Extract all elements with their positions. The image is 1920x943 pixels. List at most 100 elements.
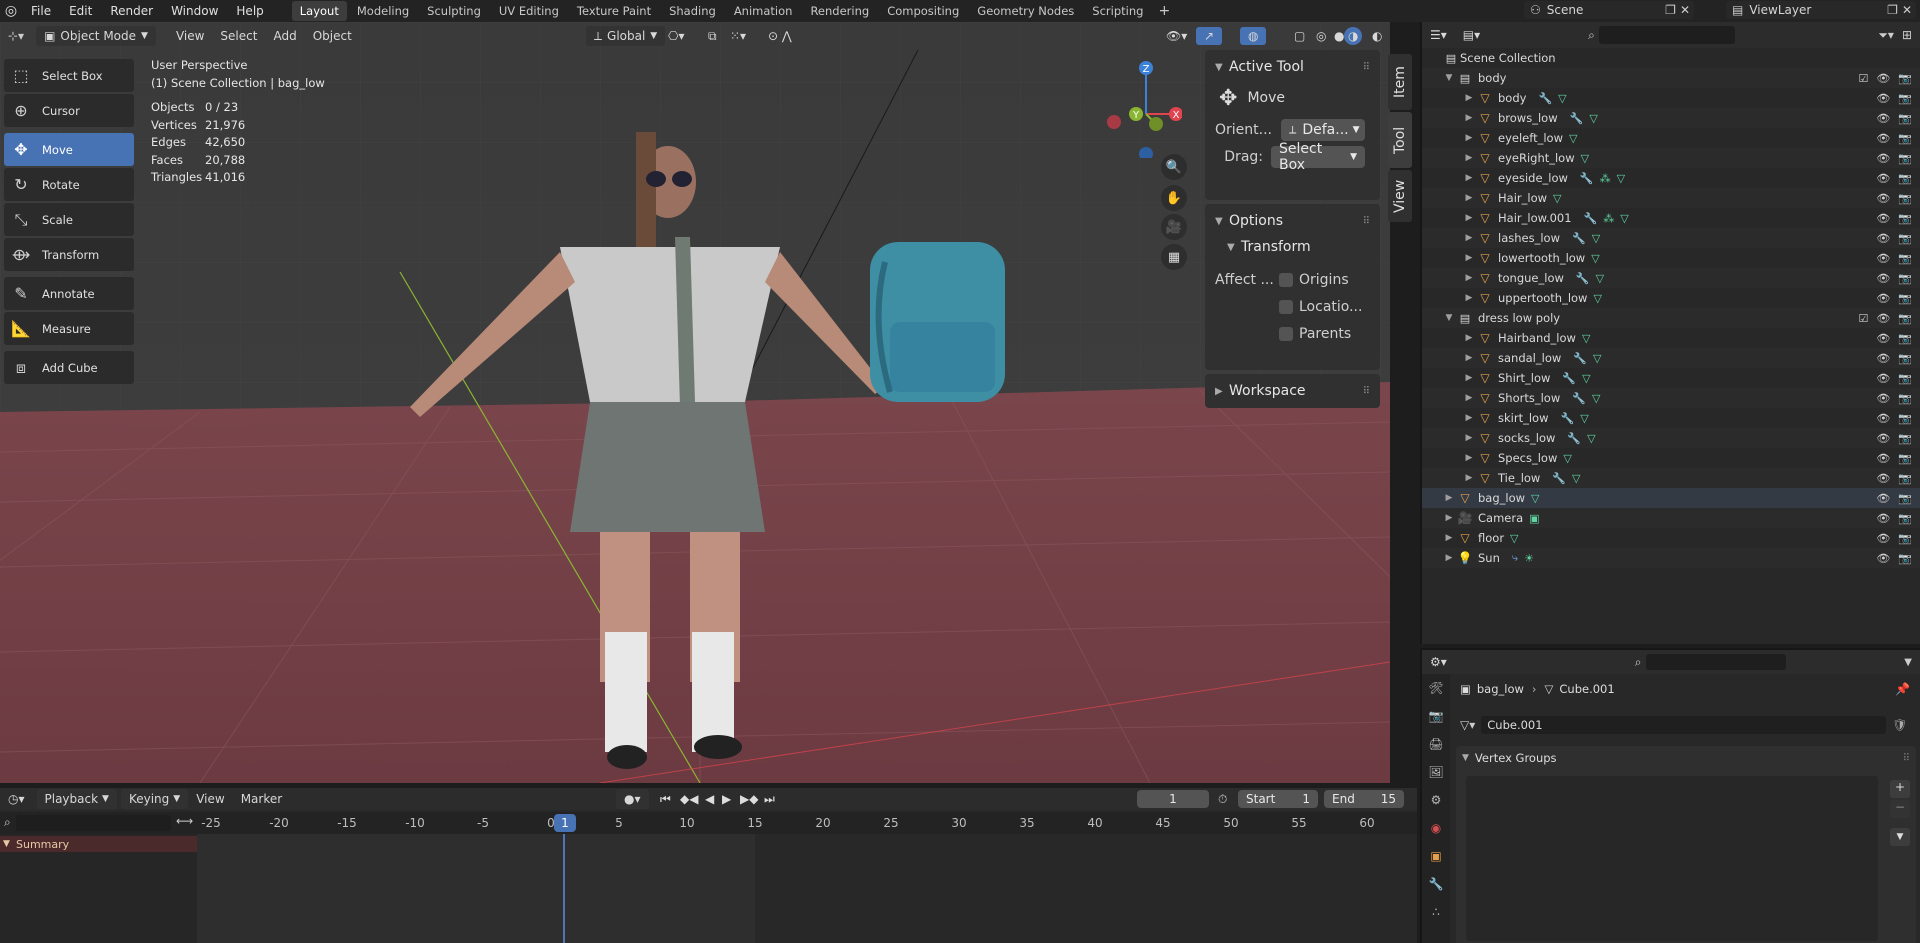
shading-material-icon[interactable]: ◑ bbox=[1344, 27, 1363, 45]
eye-icon[interactable]: 👁 bbox=[1876, 152, 1890, 165]
outliner-row[interactable]: ▶ ▽ lashes_low 🔧 ▽ 👁 📷 bbox=[1422, 228, 1920, 248]
tool-transform[interactable]: ⟴ Transform bbox=[4, 238, 134, 271]
timeline-ruler[interactable]: ⌕ ⟷ -25 -20 -15 -10 -5 0 5 10 15 20 25 3… bbox=[0, 812, 1417, 834]
sun-light-icon[interactable]: ☀ bbox=[1524, 552, 1534, 565]
tab-shading[interactable]: Shading bbox=[661, 1, 724, 21]
eye-icon[interactable]: 👁 bbox=[1876, 412, 1890, 425]
close-icon[interactable]: ✕ bbox=[1902, 3, 1912, 17]
expand-right-icon[interactable]: ▶ bbox=[1462, 393, 1476, 403]
modifier-wrench-icon[interactable]: 🔧 bbox=[1572, 232, 1586, 245]
outliner-row[interactable]: ▶ ▽ tongue_low 🔧 ▽ 👁 📷 bbox=[1422, 268, 1920, 288]
end-frame-field[interactable]: End 15 bbox=[1324, 790, 1404, 808]
outliner-row[interactable]: ▶ ▽ brows_low 🔧 ▽ 👁 📷 bbox=[1422, 108, 1920, 128]
gizmo-toggle-icon[interactable]: ↗ bbox=[1196, 27, 1223, 45]
tool-add-cube[interactable]: ⧈ Add Cube bbox=[4, 351, 134, 384]
modifier-wrench-icon[interactable]: 🔧 bbox=[1552, 472, 1566, 485]
render-camera-icon[interactable]: 📷 bbox=[1898, 432, 1912, 445]
record-button[interactable]: ●▾ bbox=[616, 789, 649, 809]
eye-icon[interactable]: 👁 bbox=[1876, 272, 1890, 285]
add-group-button[interactable]: + bbox=[1890, 780, 1910, 798]
view-layer-selector[interactable]: ▤ ViewLayer ❐ ✕ bbox=[1726, 1, 1916, 19]
expand-right-icon[interactable]: ▶ bbox=[1442, 553, 1456, 563]
current-frame-field[interactable]: 1 bbox=[1137, 790, 1209, 808]
play-reverse-icon[interactable]: ◀ bbox=[705, 792, 714, 806]
mesh-data-icon[interactable]: ▽ bbox=[1592, 392, 1600, 405]
tab-compositing[interactable]: Compositing bbox=[879, 1, 967, 21]
drag-handle-icon[interactable]: ⠿ bbox=[1363, 216, 1370, 227]
camera-data-icon[interactable]: ▣ bbox=[1529, 512, 1539, 525]
origins-checkbox[interactable] bbox=[1279, 272, 1293, 287]
mesh-data-icon[interactable]: ▽ bbox=[1617, 172, 1625, 185]
fake-user-icon[interactable]: 🛡 bbox=[1892, 718, 1907, 732]
render-camera-icon[interactable]: 📷 bbox=[1898, 232, 1912, 245]
outliner-row[interactable]: ▼ ▤ body ☑ 👁 📷 bbox=[1422, 68, 1920, 88]
expand-right-icon[interactable]: ▶ bbox=[1442, 513, 1456, 523]
tool-cursor[interactable]: ⊕ Cursor bbox=[4, 94, 134, 127]
group-specials-button[interactable]: ▼ bbox=[1890, 828, 1910, 846]
drag-dropdown[interactable]: Select Box ▼ bbox=[1271, 141, 1365, 173]
perspective-toggle-icon[interactable]: ▦ bbox=[1161, 244, 1187, 270]
scene-selector[interactable]: ⚇ Scene ❐ ✕ bbox=[1524, 1, 1694, 19]
mesh-data-icon[interactable]: ▽▾ bbox=[1460, 718, 1475, 732]
render-camera-icon[interactable]: 📷 bbox=[1898, 312, 1912, 325]
chevron-down-icon[interactable]: ▼ bbox=[1904, 657, 1912, 668]
modifier-wrench-icon[interactable]: 🔧 bbox=[1576, 272, 1590, 285]
tool-tab-icon[interactable]: 🛠 bbox=[1422, 674, 1450, 702]
eye-icon[interactable]: 👁 bbox=[1876, 212, 1890, 225]
editor-type-button[interactable]: ⚙▾ bbox=[1422, 652, 1455, 672]
jump-start-icon[interactable]: ⏮ bbox=[660, 792, 671, 807]
mesh-data-icon[interactable]: ▽ bbox=[1558, 92, 1566, 105]
world-tab-icon[interactable]: ◉ bbox=[1422, 814, 1450, 842]
display-mode-button[interactable]: ▤▾ bbox=[1455, 25, 1488, 45]
shading-rendered-icon[interactable]: ◐ bbox=[1364, 26, 1390, 46]
render-camera-icon[interactable]: 📷 bbox=[1898, 352, 1912, 365]
mesh-data-icon[interactable]: ▽ bbox=[1581, 152, 1589, 165]
menu-marker[interactable]: Marker bbox=[233, 789, 290, 809]
render-camera-icon[interactable]: 📷 bbox=[1898, 472, 1912, 485]
eye-icon[interactable]: 👁 bbox=[1876, 112, 1890, 125]
summary-channel[interactable]: ▼ Summary bbox=[0, 836, 197, 852]
eye-icon[interactable]: 👁 bbox=[1876, 192, 1890, 205]
mesh-name-field[interactable]: Cube.001 bbox=[1481, 716, 1887, 734]
tool-move[interactable]: ✥ Move bbox=[4, 133, 134, 166]
render-camera-icon[interactable]: 📷 bbox=[1898, 132, 1912, 145]
outliner-row[interactable]: ▶ ▽ sandal_low 🔧 ▽ 👁 📷 bbox=[1422, 348, 1920, 368]
outliner-row[interactable]: ▶ ▽ eyeside_low 🔧 ⁂ ▽ 👁 📷 bbox=[1422, 168, 1920, 188]
search-icon[interactable]: ⌕ bbox=[4, 815, 11, 830]
expand-right-icon[interactable]: ▶ bbox=[1462, 413, 1476, 423]
outliner-row[interactable]: ▶ ▽ Shirt_low 🔧 ▽ 👁 📷 bbox=[1422, 368, 1920, 388]
navigation-gizmo[interactable]: Z X Y bbox=[1106, 58, 1182, 158]
eye-icon[interactable]: 👁 bbox=[1876, 72, 1890, 85]
workspace-header[interactable]: ▶ Workspace ⠿ bbox=[1215, 378, 1370, 404]
outliner-row[interactable]: ▼ ▤ dress low poly ☑ 👁 📷 bbox=[1422, 308, 1920, 328]
render-camera-icon[interactable]: 📷 bbox=[1898, 332, 1912, 345]
mesh-data-icon[interactable]: ▽ bbox=[1582, 332, 1590, 345]
mesh-data-icon[interactable]: ▽ bbox=[1580, 412, 1588, 425]
orientation-dropdown[interactable]: ⟂ Defa... ▼ bbox=[1281, 118, 1365, 141]
menu-view[interactable]: View bbox=[188, 789, 232, 809]
eye-icon[interactable]: 👁 bbox=[1876, 452, 1890, 465]
drag-handle-icon[interactable]: ⠿ bbox=[1363, 386, 1370, 397]
expand-right-icon[interactable]: ▶ bbox=[1462, 133, 1476, 143]
mesh-data-icon[interactable]: ▽ bbox=[1592, 232, 1600, 245]
expand-right-icon[interactable]: ▶ bbox=[1462, 173, 1476, 183]
mode-dropdown[interactable]: ▣ Object Mode ▼ bbox=[36, 26, 156, 46]
expand-right-icon[interactable]: ▶ bbox=[1462, 213, 1476, 223]
outliner-row[interactable]: ▶ ▽ floor ▽ 👁 📷 bbox=[1422, 528, 1920, 548]
eye-icon[interactable]: 👁 bbox=[1876, 552, 1890, 565]
menu-view[interactable]: View bbox=[168, 26, 212, 46]
menu-file[interactable]: File bbox=[22, 0, 60, 22]
object-tab-icon[interactable]: ▣ bbox=[1422, 842, 1450, 870]
tab-animation[interactable]: Animation bbox=[726, 1, 801, 21]
eye-icon[interactable]: 👁 bbox=[1876, 232, 1890, 245]
menu-edit[interactable]: Edit bbox=[60, 0, 101, 22]
affect-location-row[interactable]: Locatio... bbox=[1215, 293, 1370, 320]
orientation-dropdown[interactable]: ⟂ Global ▼ bbox=[586, 26, 666, 46]
jump-end-icon[interactable]: ⏭ bbox=[764, 792, 775, 807]
tool-measure[interactable]: 📐 Measure bbox=[4, 312, 134, 345]
expand-right-icon[interactable]: ▶ bbox=[1462, 453, 1476, 463]
editor-type-button[interactable]: ⊹▾ bbox=[0, 26, 32, 46]
drag-handle-icon[interactable]: ⠿ bbox=[1363, 62, 1370, 73]
modifier-wrench-icon[interactable]: 🔧 bbox=[1584, 212, 1598, 225]
eye-icon[interactable]: 👁 bbox=[1876, 172, 1890, 185]
